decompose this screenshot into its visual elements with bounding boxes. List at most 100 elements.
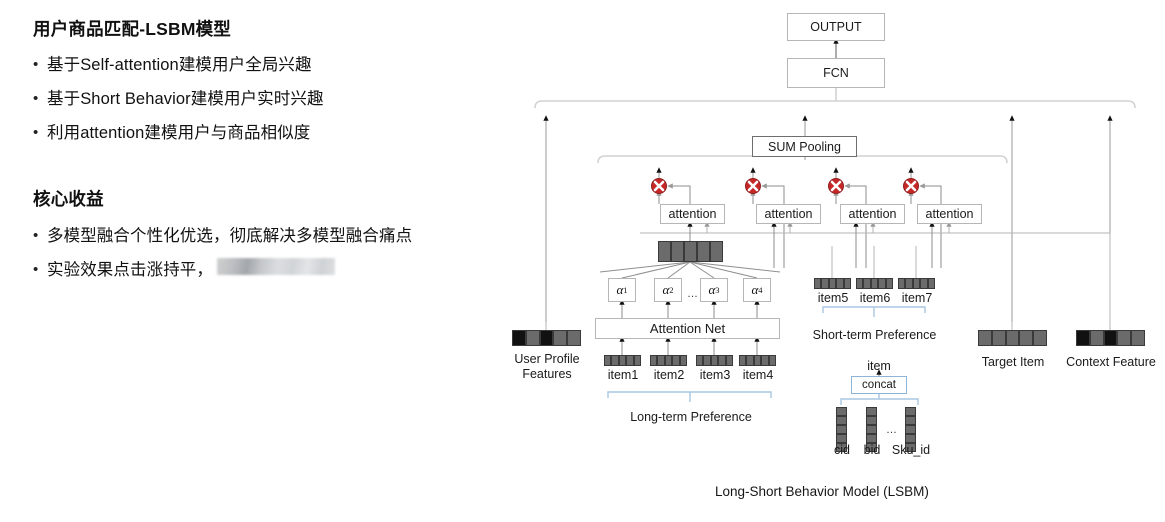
item-label-7: item7 [901,291,933,305]
vector-cell [718,355,726,366]
alpha-sub: 2 [669,285,674,295]
short-term-preference-label: Short-term Preference [812,328,937,342]
fcn-node[interactable]: FCN [787,58,885,88]
alpha-node-2: α2 [654,278,682,302]
vector-cell [696,355,704,366]
attention-node-4[interactable]: attention [917,204,982,224]
attention-node-1[interactable]: attention [660,204,725,224]
vector-cell [866,434,877,443]
alpha-ellipsis: … [687,288,699,300]
context-feature-vector [1076,330,1145,346]
vector-cell [633,355,641,366]
alpha-node-4: α4 [743,278,771,302]
vector-cell [870,278,879,289]
vector-cell [836,278,844,289]
vector-cell [836,416,847,425]
vector-cell [821,278,829,289]
attention-node-2[interactable]: attention [756,204,821,224]
item-label-5: item5 [817,291,849,305]
alpha-symbol: α [662,282,670,297]
vector-cell [885,278,893,289]
vector-cell [658,241,671,262]
cid-label: cid [834,443,850,457]
item-label-1: item1 [607,368,639,382]
vector-cell [761,355,769,366]
vector-cell [664,355,673,366]
item-vector-2 [650,355,687,366]
vector-cell [1131,330,1145,346]
vector-cell [1117,330,1132,346]
item-vector-6 [856,278,893,289]
vector-cell [927,278,935,289]
vector-cell [684,241,697,262]
vector-cell [1019,330,1034,346]
item-label-2: item2 [653,368,685,382]
vector-cell [672,355,680,366]
item-vector-5 [814,278,851,289]
lsbm-architecture-diagram: OUTPUT FCN SUM Pooling attention attenti… [0,0,1165,522]
alpha-sub: 3 [715,285,720,295]
item-module-label: item [867,359,891,373]
vector-cell [553,330,568,346]
vector-cell [866,407,877,416]
item-vector-4 [739,355,776,366]
vector-cell [920,278,928,289]
attention-net-node[interactable]: Attention Net [595,318,780,339]
vector-cell [525,330,540,346]
multiply-node-group [651,178,919,194]
vector-cell [1089,330,1104,346]
vector-cell [866,416,877,425]
alpha-node-1: α1 [608,278,636,302]
vector-cell [898,278,906,289]
vector-cell [739,355,747,366]
target-item-vector [978,330,1047,346]
item-label-6: item6 [859,291,891,305]
vector-cell [905,416,916,425]
item-vector-7 [898,278,935,289]
long-term-preference-label: Long-term Preference [630,410,752,424]
vector-cell [836,425,847,434]
target-item-label: Target Item [981,355,1045,369]
vector-cell [710,355,719,366]
vector-cell [1076,330,1090,346]
item-vector-1 [604,355,641,366]
item-label-4: item4 [742,368,774,382]
vector-cell [746,355,754,366]
vector-cell [905,278,913,289]
user-profile-label-line2: Features [522,367,572,381]
vector-cell [618,355,627,366]
vector-cell [991,330,1006,346]
sku-id-label: Sku_id [891,443,931,457]
diagram-wiring [534,38,1136,405]
vector-cell [856,278,864,289]
vector-cell [753,355,762,366]
concat-ellipsis: … [886,424,898,436]
vector-cell [843,278,851,289]
alpha-sub: 1 [623,285,628,295]
alpha-node-3: α3 [700,278,728,302]
concat-node[interactable]: concat [851,376,907,394]
vector-cell [725,355,733,366]
vector-cell [814,278,822,289]
vector-cell [697,241,710,262]
user-profile-label-line1: User Profile [514,352,580,366]
vector-cell [567,330,581,346]
self-attention-output-vector [658,241,723,262]
user-profile-features-vector [512,330,581,346]
vector-cell [650,355,658,366]
vector-cell [828,278,837,289]
vector-cell [912,278,921,289]
bid-label: bid [863,443,881,457]
vector-cell [905,407,916,416]
context-feature-label: Context Feature [1066,355,1156,369]
vector-cell [768,355,776,366]
vector-cell [679,355,687,366]
attention-node-3[interactable]: attention [840,204,905,224]
vector-cell [866,425,877,434]
vector-cell [657,355,665,366]
output-node[interactable]: OUTPUT [787,13,885,41]
vector-cell [836,407,847,416]
vector-cell [539,330,554,346]
sum-pooling-node[interactable]: SUM Pooling [752,136,857,157]
vector-cell [1033,330,1047,346]
